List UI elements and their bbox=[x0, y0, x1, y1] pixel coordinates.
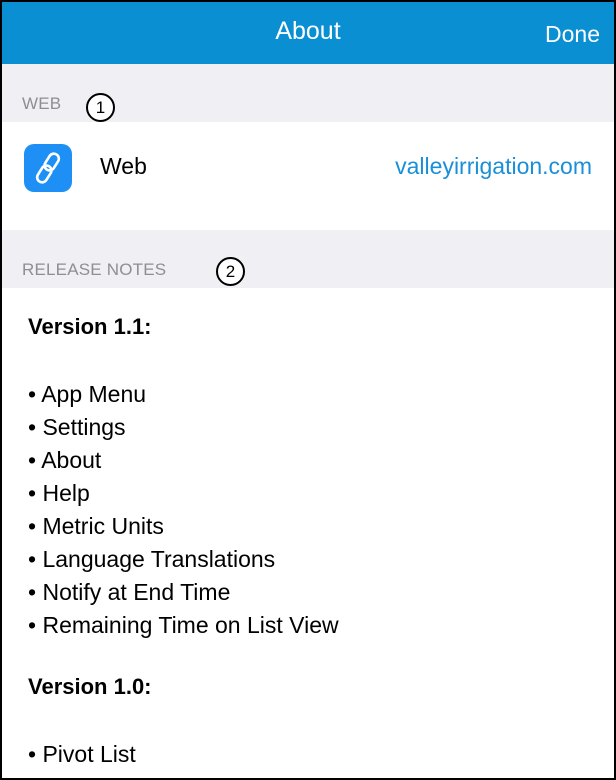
website-link[interactable]: valleyirrigation.com bbox=[395, 152, 592, 180]
section-label-web: WEB bbox=[22, 94, 62, 113]
version-title: Version 1.0: bbox=[28, 674, 152, 699]
list-item: Remaining Time on List View bbox=[28, 609, 338, 642]
link-icon bbox=[24, 144, 72, 192]
list-item: Pivot List bbox=[28, 738, 202, 771]
list-item: Settings bbox=[28, 411, 339, 444]
web-row-label: Web bbox=[100, 153, 147, 179]
callout-marker-1: 1 bbox=[86, 93, 115, 122]
section-header-release-notes: RELEASE NOTES bbox=[2, 230, 614, 288]
nav-title: About bbox=[275, 17, 341, 45]
list-item: About bbox=[28, 444, 339, 477]
version-title: Version 1.1: bbox=[28, 314, 152, 339]
list-item: Metric Units bbox=[28, 510, 339, 543]
nav-bar: About Done bbox=[2, 2, 614, 64]
done-button[interactable]: Done bbox=[545, 20, 600, 48]
section-label-release-notes: RELEASE NOTES bbox=[22, 260, 167, 279]
callout-marker-2: 2 bbox=[216, 257, 245, 286]
web-row[interactable]: Web valleyirrigation.com bbox=[2, 122, 614, 230]
release-notes-list: App Menu Settings About Help Metric Unit… bbox=[28, 378, 339, 642]
list-item: Help bbox=[28, 477, 339, 510]
list-item: Language Translations bbox=[28, 543, 339, 576]
about-screen: About Done WEB 1 Web valleyirrigation.co… bbox=[0, 0, 616, 780]
list-item: Pivot Informatio bbox=[28, 771, 202, 778]
release-notes-list: Pivot List Pivot Informatio bbox=[28, 738, 202, 778]
list-item: Notify at End Time bbox=[28, 576, 339, 609]
list-item: App Menu bbox=[28, 378, 339, 411]
